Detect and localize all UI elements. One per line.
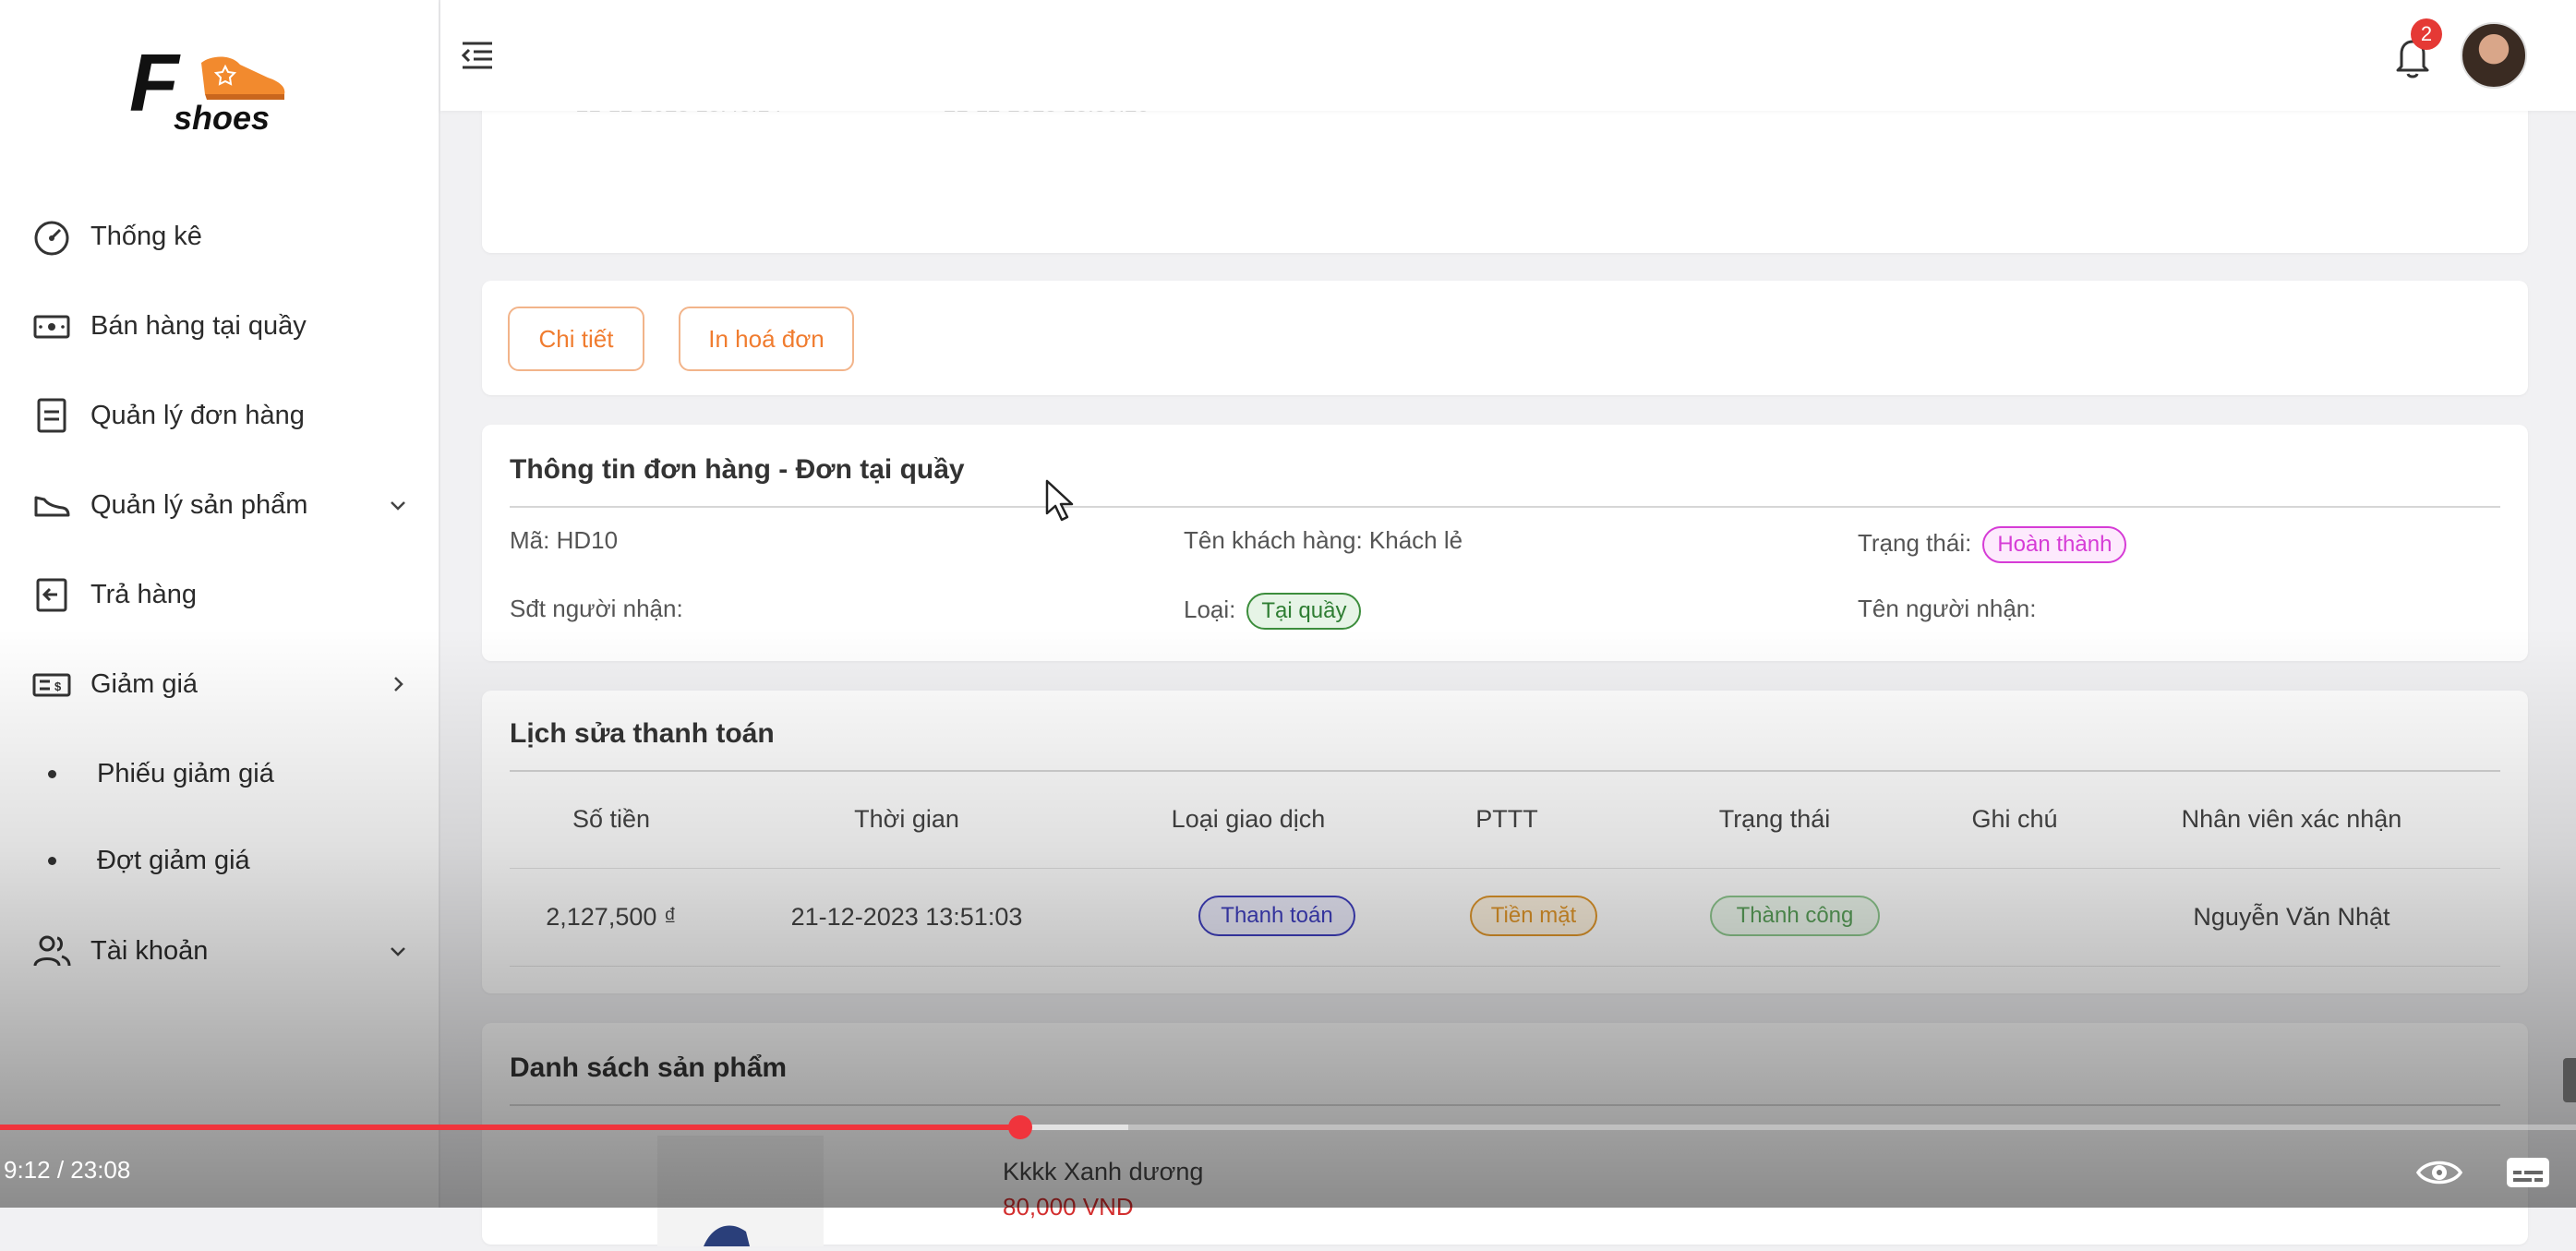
status-badge: Hoàn thành [1982,526,2127,563]
video-time: 9:12 / 23:08 [4,1156,131,1184]
sidebar-item-label: Quản lý đơn hàng [90,400,305,430]
scrubber-handle[interactable] [1007,1115,1032,1139]
type-badge: Tại quầy [1246,593,1362,630]
column-header: Trạng thái [1718,805,1831,833]
side-panel-handle[interactable] [2563,1058,2576,1102]
transaction-type-badge: Thanh toán [1198,896,1355,936]
document-icon [37,398,66,433]
sidebar-item-ban-hang[interactable]: Bán hàng tại quầy [0,289,439,363]
status-label: Trạng thái: [1858,528,1972,557]
sidebar-subitem-dot-giam-gia[interactable]: Đợt giảm giá [0,824,439,897]
customer-name: Tên khách hàng: Khách lẻ [1184,526,1463,554]
sidebar-item-tra-hang[interactable]: Trả hàng [0,558,439,632]
users-icon [33,935,71,967]
fshoes-logo[interactable]: F shoes [129,37,314,138]
receiver-name: Tên người nhận: [1858,595,2037,622]
divider [510,966,2500,967]
product-image [657,1136,824,1246]
cash-icon [33,315,70,339]
order-info-title: Thông tin đơn hàng - Đơn tại quầy [510,454,965,485]
column-header: Nhân viên xác nhận [2181,805,2402,833]
product-list-title: Danh sách sản phẩm [510,1053,788,1083]
bullet-icon [48,856,56,865]
sidebar-item-label: Tài khoản [90,935,209,966]
chevron-down-icon[interactable] [386,493,410,517]
column-header: Số tiền [572,805,651,833]
divider [510,1104,2500,1106]
sidebar-item-quan-ly-san-pham[interactable]: Quản lý sản phẩm [0,468,439,542]
return-icon [36,578,67,612]
order-type-field: Loại: Tại quầy [1184,593,1362,630]
chevron-right-icon[interactable] [386,672,410,696]
sidebar-item-label: Thống kê [90,221,202,251]
receiver-phone: Sđt người nhận: [510,595,683,622]
logo-text: shoes [174,99,270,137]
sidebar-item-label: Quản lý sản phẩm [90,489,308,520]
payment-status-badge: Thành công [1710,896,1880,936]
sidebar-item-label: Giảm giá [90,668,199,699]
svg-text:$: $ [54,680,62,693]
sidebar-item-label: Bán hàng tại quầy [90,310,307,341]
payment-history-title: Lịch sửa thanh toán [510,718,775,749]
divider [510,770,2500,772]
sidebar-item-tai-khoan[interactable]: Tài khoản [0,914,439,988]
type-label: Loại: [1184,595,1236,623]
divider [510,868,2500,869]
sidebar-subitem-phieu-giam-gia[interactable]: Phiếu giảm giá [0,737,439,811]
amount-cell: 2,127,500 ₫ [546,903,677,931]
notification-badge: 2 [2411,18,2442,50]
payment-method-badge: Tiền mặt [1470,896,1597,936]
column-header: Ghi chú [1971,805,2058,833]
sidebar-item-thong-ke[interactable]: Thống kê [0,199,439,273]
bullet-icon [48,769,56,778]
subtitles-icon[interactable] [2504,1152,2552,1193]
sidebar-item-label: Trả hàng [90,579,197,609]
payment-history-card: Lịch sửa thanh toán Số tiền Thời gian Lo… [482,691,2528,993]
staff-cell: Nguyễn Văn Nhật [2193,903,2390,931]
column-header: Loại giao dịch [1171,805,1326,833]
eye-icon[interactable] [2415,1152,2463,1193]
chevron-down-icon[interactable] [386,939,410,963]
column-header: PTTT [1475,805,1538,833]
played-progress [0,1125,1020,1130]
actions-card: Chi tiết In hoá đơn [482,281,2528,395]
product-name[interactable]: Kkkk Xanh dương [1003,1158,1203,1186]
avatar[interactable] [2461,22,2527,89]
mouse-cursor-icon [1045,479,1074,522]
shoe-icon [34,496,70,517]
menu-collapse-icon[interactable] [457,35,498,76]
product-list-card: Danh sách sản phẩm Kkkk Xanh dương 80,00… [482,1023,2528,1246]
sidebar: F shoes Thống kê Bán hàng tại quầy Quản … [0,0,440,1208]
order-info-card: Thông tin đơn hàng - Đơn tại quầy Mã: HD… [482,425,2528,661]
order-code: Mã: HD10 [510,526,619,554]
video-progress-bar[interactable] [0,1115,2576,1139]
print-invoice-button[interactable]: In hoá đơn [679,307,854,371]
time-cell: 21-12-2023 13:51:03 [790,903,1023,931]
dashboard-icon [34,221,69,256]
voucher-icon: $ [32,673,71,697]
column-header: Thời gian [854,805,959,833]
sidebar-item-label: Phiếu giảm giá [97,758,274,788]
detail-button[interactable]: Chi tiết [508,307,644,371]
order-status-field: Trạng thái: Hoàn thành [1858,526,2127,563]
divider [510,506,2500,508]
sidebar-item-quan-ly-don-hang[interactable]: Quản lý đơn hàng [0,379,439,452]
top-header: 2 [440,0,2576,111]
sidebar-item-label: Đợt giảm giá [97,845,250,875]
sidebar-item-giam-gia[interactable]: $ Giảm giá [0,647,439,721]
